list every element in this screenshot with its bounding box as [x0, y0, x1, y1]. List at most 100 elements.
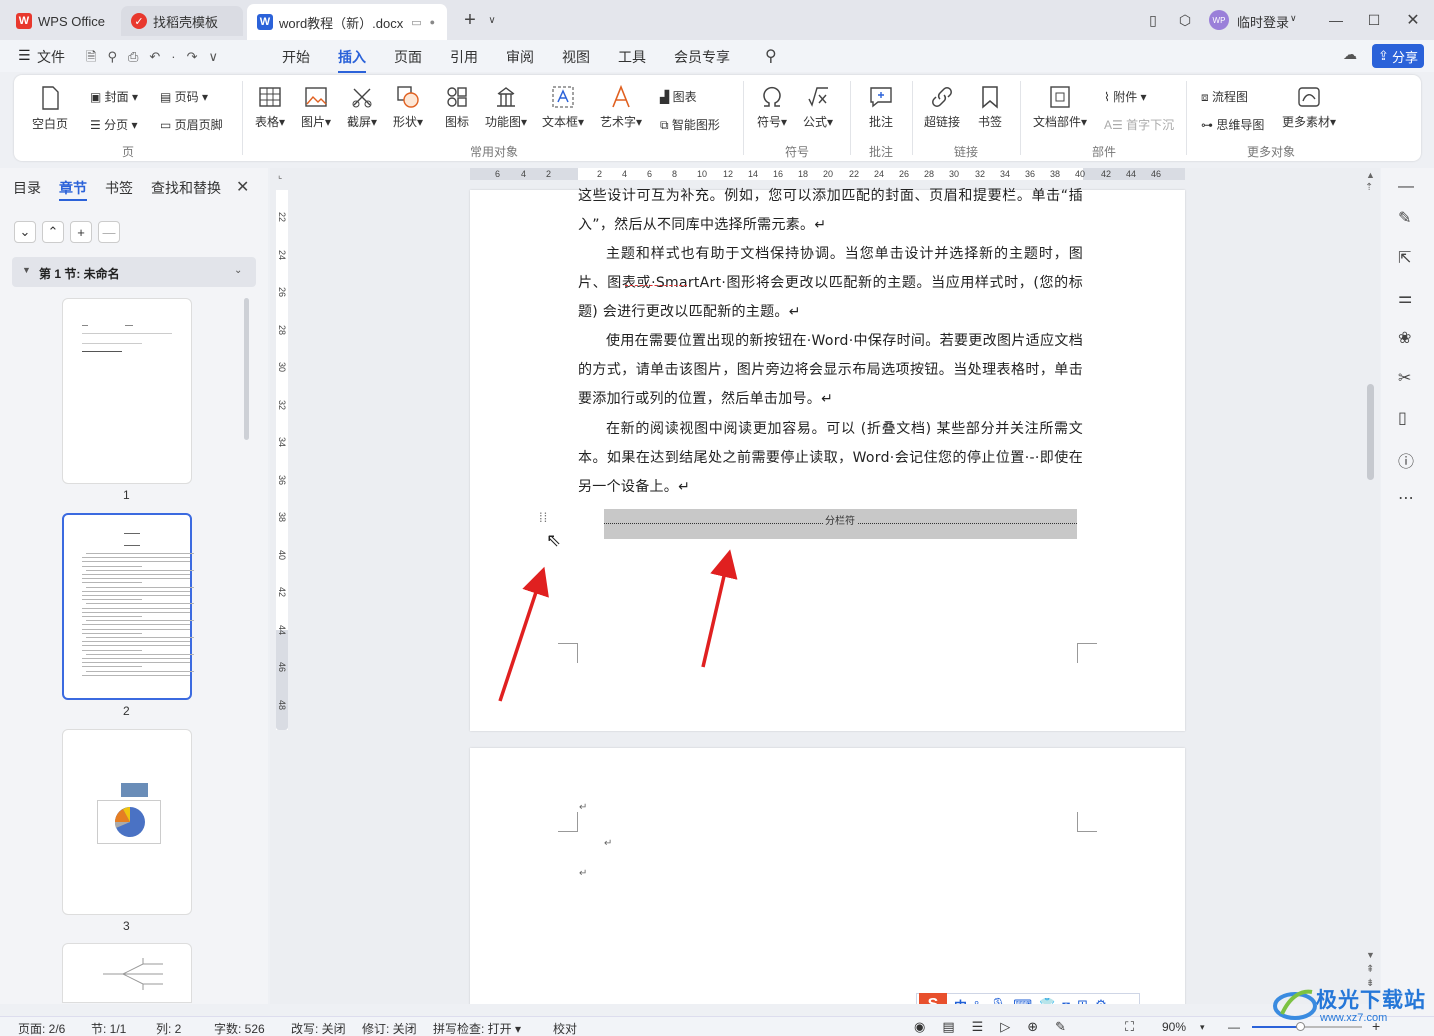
menu-file[interactable]: 文件 [37, 47, 65, 67]
status-proofread[interactable]: 校对 [553, 1020, 577, 1036]
settings-gear-icon[interactable]: ⚙ [1095, 997, 1107, 1004]
hyperlink-button[interactable]: 超链接 [924, 85, 960, 130]
status-page[interactable]: 页面: 2/6 [18, 1020, 65, 1036]
add-section-icon[interactable]: + [70, 221, 92, 243]
menu-page[interactable]: 页面 [394, 47, 422, 67]
drop-cap-button[interactable]: A☰ 首字下沉 [1104, 116, 1174, 133]
page-number-button[interactable]: ▤ 页码 ▾ [160, 88, 208, 105]
ime-lang[interactable]: 中 [954, 996, 967, 1005]
collapse-icon[interactable]: — [1398, 178, 1418, 198]
minimize-icon[interactable]: — [1324, 8, 1348, 32]
cloud-icon[interactable]: ☁ [1343, 46, 1357, 63]
material-icon[interactable]: ❀ [1398, 328, 1418, 348]
keyboard-icon[interactable]: ⌨ [1013, 997, 1032, 1004]
horizontal-ruler[interactable]: 6 4 2 2 4 6 8 10 12 14 16 18 20 22 24 26 28 30 32 34 36 38 40 4… [470, 168, 1185, 180]
flowchart-button[interactable]: ⧈ 流程图 [1201, 88, 1248, 105]
login-button[interactable]: 临时登录 [1237, 12, 1289, 31]
menu-view[interactable]: 视图 [562, 47, 590, 67]
tab-toc[interactable]: 目录 [13, 178, 41, 198]
status-track-changes[interactable]: 修订: 关闭 [362, 1020, 417, 1036]
tab-stop-icon[interactable]: ⌞ [278, 170, 282, 181]
section-break-button[interactable]: ☰ 分页 ▾ [90, 116, 137, 133]
chevron-up-icon[interactable]: ⌃ [42, 221, 64, 243]
screenshot-button[interactable]: 截屏▾ [347, 85, 377, 130]
shape-button[interactable]: 形状▾ [393, 85, 423, 130]
close-icon[interactable]: ✕ [236, 177, 249, 197]
chevron-down-icon[interactable]: ▾ [1200, 1022, 1205, 1033]
symbol-button[interactable]: 符号▾ [757, 85, 787, 130]
function-chart-button[interactable]: 功能图▾ [485, 85, 527, 130]
table-button[interactable]: 表格▾ [255, 85, 285, 130]
maximize-icon[interactable]: ☐ [1362, 8, 1386, 32]
chart-button[interactable]: ▟ 图表 [660, 88, 697, 105]
section-header[interactable]: ▼ 第 1 节: 未命名 ⌄ [12, 257, 256, 287]
prev-page-icon[interactable]: ⇞ [1366, 964, 1374, 975]
menu-reference[interactable]: 引用 [450, 47, 478, 67]
hamburger-icon[interactable]: ☰ [18, 47, 31, 64]
page-thumbnail-4[interactable] [62, 943, 192, 1003]
game-icon[interactable]: ◙ [1062, 998, 1070, 1005]
zoom-level[interactable]: 90% [1162, 1020, 1186, 1034]
select-cursor-icon[interactable]: ⇱ [1398, 248, 1418, 268]
status-overwrite[interactable]: 改写: 关闭 [291, 1020, 346, 1036]
pen-icon[interactable]: ✎ [1398, 208, 1418, 228]
adjust-icon[interactable]: ⚌ [1398, 288, 1418, 308]
thumbnail-scrollbar[interactable] [244, 298, 249, 440]
cube-icon[interactable]: ⬡ [1173, 8, 1197, 32]
page-thumbnail-2[interactable] [62, 513, 194, 700]
close-icon[interactable]: ✕ [1401, 8, 1425, 32]
chevron-down-icon[interactable]: ⌄ [14, 221, 36, 243]
sogou-logo-icon[interactable]: S [919, 993, 947, 1004]
ime-toolbar[interactable]: S 中 °, 🎙 ⌨ 👕 ◙ ⊞ ⚙ [916, 993, 1140, 1004]
zoom-out-icon[interactable]: — [1228, 1020, 1240, 1034]
tab-template[interactable]: ✓ 找稻壳模板 [121, 6, 243, 36]
scroll-down-icon[interactable]: ▼ [1366, 950, 1375, 960]
new-tab-icon[interactable]: + [458, 8, 482, 32]
remove-section-icon[interactable]: — [98, 221, 120, 243]
status-section[interactable]: 节: 1/1 [91, 1020, 126, 1036]
skin-icon[interactable]: 👕 [1039, 997, 1055, 1004]
screen-icon[interactable]: ▭ [411, 16, 421, 29]
more-icon[interactable]: ⋯ [1398, 488, 1418, 508]
formula-button[interactable]: 公式▾ [803, 85, 833, 130]
quick-access-icons[interactable]: 🗎⚲⎙↶·↷∨ [86, 48, 229, 70]
punctuation-icon[interactable]: °, [974, 998, 983, 1005]
scrollbar-thumb[interactable] [1367, 384, 1374, 480]
menu-review[interactable]: 审阅 [506, 47, 534, 67]
picture-button[interactable]: 图片▾ [301, 85, 331, 130]
header-footer-button[interactable]: ▭ 页眉页脚 [160, 116, 223, 133]
blank-page-button[interactable]: 空白页 [32, 85, 68, 132]
bookmark-button[interactable]: 书签 [978, 85, 1002, 130]
share-button[interactable]: ⇪ 分享 [1372, 44, 1424, 68]
tab-document[interactable]: W word教程（新）.docx ▭ ● [247, 4, 447, 40]
more-material-button[interactable]: 更多素材▾ [1282, 85, 1336, 130]
icon-button[interactable]: 图标 [445, 85, 469, 130]
view-mode-icons[interactable]: ◉▤☰▷⊕✎ [914, 1019, 1083, 1035]
smart-graphic-button[interactable]: ⧉ 智能图形 [660, 116, 720, 133]
help-icon[interactable]: ⓘ [1398, 448, 1418, 471]
avatar[interactable]: WP [1209, 10, 1229, 30]
chevron-down-icon[interactable]: ∨ [480, 8, 504, 32]
scroll-up-icon[interactable]: ▲ [1366, 170, 1375, 180]
document-page-2[interactable]: 这些设计可互为补充。例如，您可以添加匹配的封面、页眉和提要栏。单击“插入”，然后… [470, 188, 1185, 731]
document-page-3[interactable]: ↵ ↵ ↵ [470, 748, 1185, 1004]
cover-button[interactable]: ▣ 封面 ▾ [90, 88, 138, 105]
scroll-top-icon[interactable]: ⇡ [1365, 182, 1373, 193]
menu-member[interactable]: 会员专享 [674, 47, 730, 67]
doc-parts-button[interactable]: 文档部件▾ [1033, 85, 1087, 130]
menu-tools[interactable]: 工具 [618, 47, 646, 67]
book-icon[interactable]: ▯ [1398, 408, 1418, 428]
textbox-button[interactable]: 文本框▾ [542, 85, 584, 130]
status-word-count[interactable]: 字数: 526 [214, 1020, 265, 1036]
tab-find-replace[interactable]: 查找和替换 [151, 178, 221, 198]
wordart-button[interactable]: 艺术字▾ [600, 85, 642, 130]
menu-start[interactable]: 开始 [282, 47, 310, 67]
page-thumbnail-3[interactable] [62, 729, 192, 915]
tools-icon[interactable]: ✂ [1398, 368, 1418, 388]
status-spellcheck[interactable]: 拼写检查: 打开 ▾ [433, 1020, 521, 1036]
drag-handle-icon[interactable]: ⁞⁞ [539, 511, 548, 524]
mindmap-button[interactable]: ⊶ 思维导图 [1201, 116, 1264, 133]
tab-bookmarks[interactable]: 书签 [105, 178, 133, 198]
menu-insert[interactable]: 插入 [338, 47, 366, 73]
sidebar-toggle-icon[interactable]: ▯ [1141, 8, 1165, 32]
